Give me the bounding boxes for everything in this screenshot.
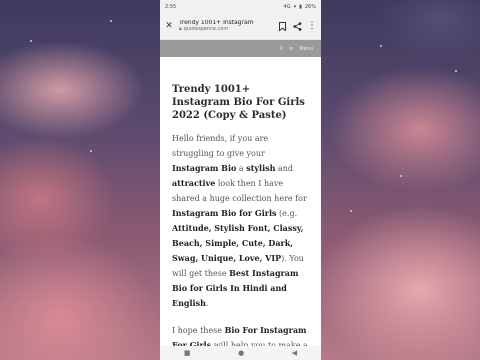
domain-row: 🔒︎ quotespence.com [179, 25, 272, 33]
article-body: Trendy 1001+ Instagram Bio For Girls 202… [160, 57, 321, 353]
site-header: ⚲ ≡ Menu [160, 40, 321, 57]
article-title: Trendy 1001+ Instagram Bio For Girls 202… [172, 84, 305, 121]
star-decoration [30, 40, 32, 42]
bold-span: Instagram Bio [172, 163, 237, 173]
text-span: Hello friends, if you are struggling to … [172, 134, 269, 158]
signal-label: 4G [283, 3, 291, 10]
domain-text: quotespence.com [183, 25, 229, 32]
close-icon[interactable]: ✕ [164, 21, 174, 31]
star-decoration [380, 45, 382, 47]
home-icon[interactable]: ● [238, 349, 244, 357]
text-span: and [275, 164, 294, 173]
bold-span: stylish [246, 163, 276, 173]
bookmark-icon[interactable] [277, 21, 287, 31]
star-decoration [455, 70, 457, 72]
wifi-icon: ▾ [293, 3, 297, 10]
text-span: (e.g. [276, 209, 298, 218]
star-decoration [350, 210, 352, 212]
status-time: 2:55 [165, 3, 177, 10]
menu-icon[interactable]: ≡ [289, 46, 293, 52]
star-decoration [110, 20, 112, 22]
android-nav-bar: ■ ● ◀ [160, 346, 321, 360]
status-bar: 2:55 4G ▾ ▮ 26% [160, 0, 321, 13]
article-paragraph: Hello friends, if you are struggling to … [172, 131, 309, 311]
url-box[interactable]: Trendy 1001+ Instagram 🔒︎ quotespence.co… [179, 20, 272, 33]
bold-span: Instagram Bio for Girls [172, 208, 277, 218]
text-span: . [205, 299, 209, 308]
star-decoration [90, 150, 92, 152]
text-span: I hope these [172, 326, 225, 335]
star-decoration [400, 175, 402, 177]
share-icon[interactable] [292, 21, 302, 31]
back-icon[interactable]: ◀ [292, 349, 297, 357]
browser-toolbar: ✕ Trendy 1001+ Instagram 🔒︎ quotespence.… [160, 13, 321, 40]
more-options-icon[interactable]: ⋮ [307, 21, 317, 31]
status-icons: 4G ▾ ▮ 26% [284, 4, 316, 10]
battery-level: 26% [304, 3, 316, 10]
battery-icon: ▮ [299, 3, 302, 10]
lock-icon: 🔒︎ [179, 25, 182, 32]
phone-screen: 2:55 4G ▾ ▮ 26% ✕ Trendy 1001+ Instagram… [160, 0, 321, 360]
menu-label[interactable]: Menu [299, 46, 313, 52]
search-icon[interactable]: ⚲ [279, 46, 283, 52]
recents-icon[interactable]: ■ [184, 349, 191, 357]
bold-span: attractive [172, 178, 216, 188]
text-span: a [236, 164, 247, 173]
